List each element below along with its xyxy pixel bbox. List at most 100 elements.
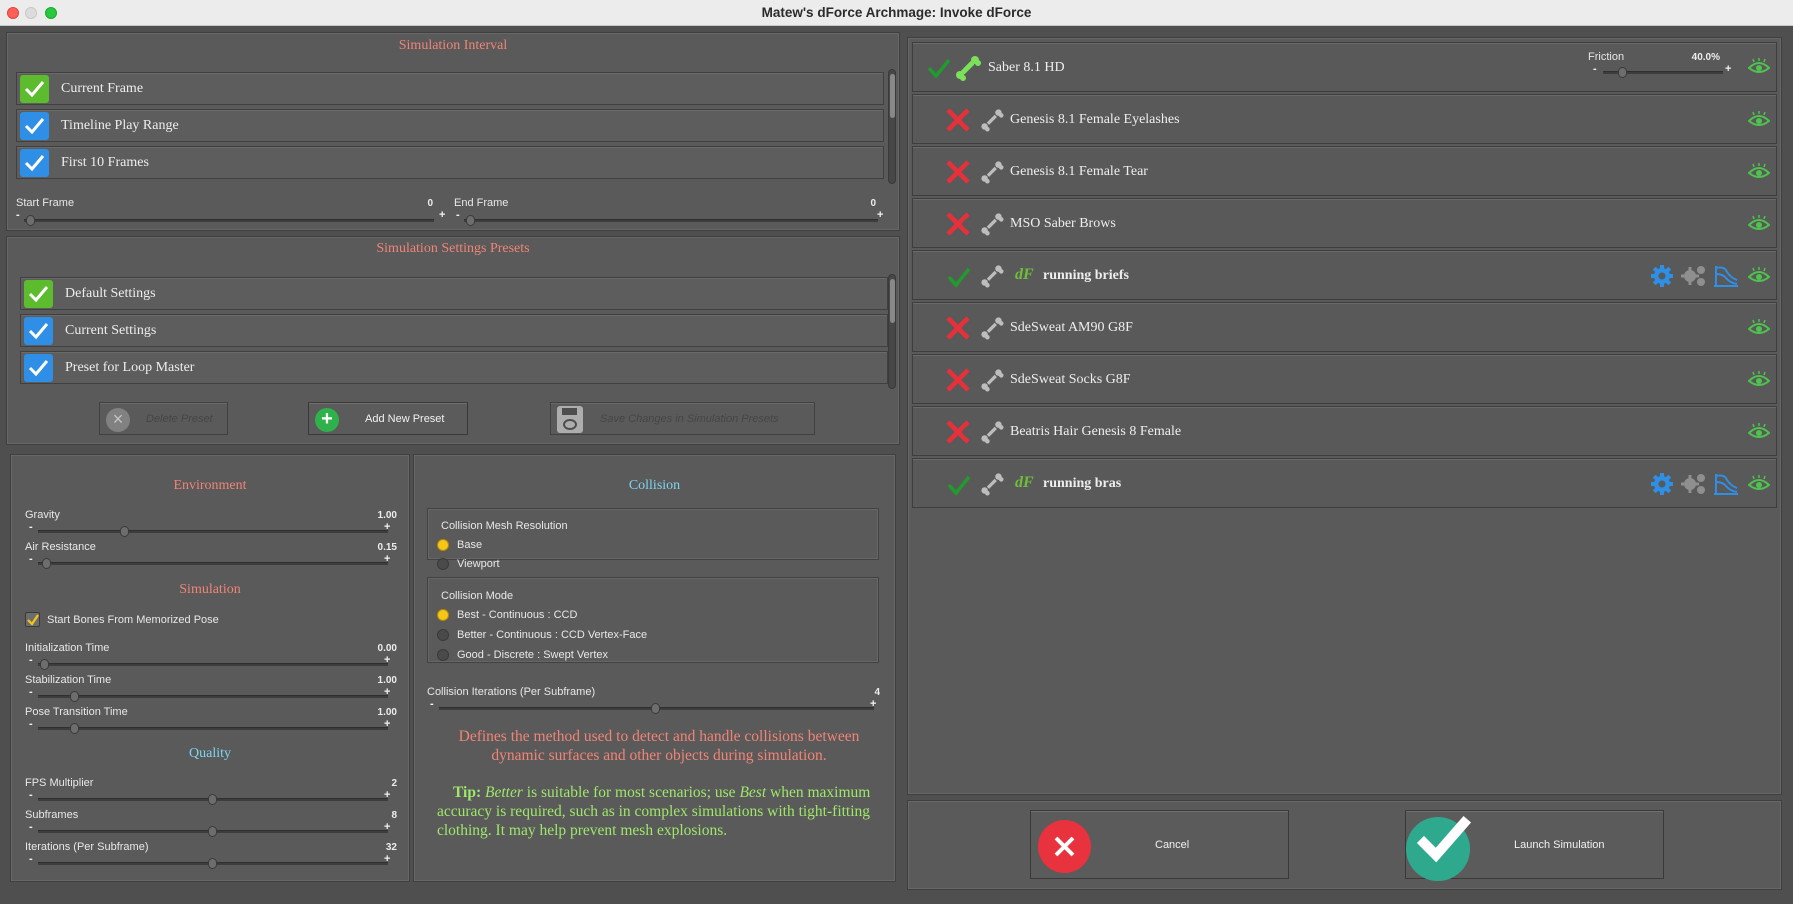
plus-icon[interactable]: + <box>384 553 390 565</box>
red-x-icon[interactable] <box>945 367 971 393</box>
add-new-preset-button[interactable]: + Add New Preset <box>308 402 468 435</box>
delete-preset-button[interactable]: × Delete Preset <box>99 402 228 435</box>
settings-cluster-icon[interactable] <box>1681 472 1707 496</box>
figure-row-eyelashes[interactable]: Genesis 8.1 Female Eyelashes <box>912 94 1777 144</box>
wind-flag-icon[interactable] <box>1713 264 1739 288</box>
gear-icon[interactable] <box>1650 472 1674 496</box>
gear-icon[interactable] <box>1650 264 1674 288</box>
figure-row-brows[interactable]: MSO Saber Brows <box>912 198 1777 248</box>
bone-icon[interactable] <box>980 160 1004 184</box>
red-x-icon[interactable] <box>945 315 971 341</box>
eye-icon[interactable] <box>1748 475 1770 493</box>
preset-item-default-settings[interactable]: Default Settings <box>20 277 888 310</box>
air-resistance-slider[interactable] <box>38 558 388 569</box>
gravity-slider[interactable] <box>38 526 388 537</box>
interval-list-scrollbar[interactable] <box>888 69 896 184</box>
friction-slider[interactable] <box>1603 67 1723 78</box>
red-x-icon[interactable] <box>945 211 971 237</box>
slider-thumb[interactable] <box>70 723 79 734</box>
checked-checkbox[interactable] <box>24 280 53 308</box>
eye-icon[interactable] <box>1748 371 1770 389</box>
radio-best-ccd[interactable] <box>437 609 449 621</box>
minus-icon[interactable]: - <box>29 821 33 833</box>
slider-thumb[interactable] <box>208 826 217 837</box>
bone-icon[interactable] <box>980 316 1004 340</box>
radio-base[interactable] <box>437 539 449 551</box>
figure-row-sdesweat-socks[interactable]: SdeSweat Socks G8F <box>912 354 1777 404</box>
bone-icon[interactable] <box>980 212 1004 236</box>
settings-cluster-icon[interactable] <box>1681 264 1707 288</box>
plus-icon[interactable]: + <box>1725 63 1731 75</box>
checked-checkbox[interactable] <box>24 354 53 382</box>
minus-icon[interactable]: - <box>29 789 33 801</box>
figure-row-running-briefs[interactable]: dF running briefs <box>912 250 1777 300</box>
interval-item-timeline-play-range[interactable]: Timeline Play Range <box>16 109 884 142</box>
iterations-slider[interactable] <box>38 858 388 869</box>
slider-thumb[interactable] <box>120 526 129 537</box>
bone-icon[interactable] <box>980 472 1004 496</box>
figure-row-tear[interactable]: Genesis 8.1 Female Tear <box>912 146 1777 196</box>
minus-icon[interactable]: - <box>29 654 33 666</box>
minus-icon[interactable]: - <box>29 521 33 533</box>
eye-icon[interactable] <box>1748 163 1770 181</box>
minus-icon[interactable]: - <box>1593 63 1597 75</box>
plus-icon[interactable]: + <box>877 209 883 221</box>
end-frame-slider[interactable] <box>464 215 878 226</box>
green-check-icon[interactable] <box>947 474 971 496</box>
plus-icon[interactable]: + <box>384 821 390 833</box>
eye-icon[interactable] <box>1748 215 1770 233</box>
minus-icon[interactable]: - <box>29 718 33 730</box>
checked-checkbox[interactable] <box>20 75 49 103</box>
green-check-icon[interactable] <box>947 266 971 288</box>
preset-item-loop-master[interactable]: Preset for Loop Master <box>20 351 888 384</box>
red-x-icon[interactable] <box>945 419 971 445</box>
bone-icon[interactable] <box>980 264 1004 288</box>
initialization-time-slider[interactable] <box>38 659 388 670</box>
bone-icon[interactable] <box>955 55 981 81</box>
bone-icon[interactable] <box>980 368 1004 392</box>
plus-icon[interactable]: + <box>384 789 390 801</box>
bone-icon[interactable] <box>980 420 1004 444</box>
radio-better-ccd-vertex-face[interactable] <box>437 629 449 641</box>
figure-row-saber[interactable]: Saber 8.1 HD Friction 40.0% - + <box>912 42 1777 92</box>
slider-thumb[interactable] <box>208 794 217 805</box>
slider-thumb[interactable] <box>70 691 79 702</box>
minus-icon[interactable]: - <box>456 209 460 221</box>
radio-good-swept-vertex[interactable] <box>437 649 449 661</box>
minus-icon[interactable]: - <box>430 698 434 710</box>
red-x-icon[interactable] <box>945 107 971 133</box>
minus-icon[interactable]: - <box>29 853 33 865</box>
bone-icon[interactable] <box>980 108 1004 132</box>
interval-item-current-frame[interactable]: Current Frame <box>16 72 884 105</box>
minus-icon[interactable]: - <box>29 553 33 565</box>
plus-icon[interactable]: + <box>384 718 390 730</box>
save-changes-preset-button[interactable]: Save Changes in Simulation Presets <box>550 402 815 435</box>
fps-multiplier-slider[interactable] <box>38 794 388 805</box>
collision-iterations-slider[interactable] <box>439 703 874 714</box>
wind-flag-icon[interactable] <box>1713 472 1739 496</box>
radio-viewport[interactable] <box>437 558 449 570</box>
plus-icon[interactable]: + <box>384 686 390 698</box>
minus-icon[interactable]: - <box>16 209 20 221</box>
figure-row-sdesweat-am90[interactable]: SdeSweat AM90 G8F <box>912 302 1777 352</box>
preset-item-current-settings[interactable]: Current Settings <box>20 314 888 347</box>
green-check-icon[interactable] <box>927 57 951 79</box>
eye-icon[interactable] <box>1748 58 1770 76</box>
checked-checkbox[interactable] <box>20 149 49 177</box>
slider-thumb[interactable] <box>42 558 51 569</box>
slider-thumb[interactable] <box>208 858 217 869</box>
checked-checkbox[interactable] <box>24 317 53 345</box>
interval-item-first-10-frames[interactable]: First 10 Frames <box>16 146 884 179</box>
figure-row-running-bras[interactable]: dF running bras <box>912 458 1777 508</box>
start-bones-checkbox[interactable] <box>25 612 40 627</box>
eye-icon[interactable] <box>1748 111 1770 129</box>
plus-icon[interactable]: + <box>870 698 876 710</box>
plus-icon[interactable]: + <box>384 521 390 533</box>
figure-row-beatris-hair[interactable]: Beatris Hair Genesis 8 Female <box>912 406 1777 456</box>
presets-list-scrollbar[interactable] <box>888 274 896 389</box>
plus-icon[interactable]: + <box>384 853 390 865</box>
slider-thumb[interactable] <box>26 215 35 226</box>
launch-simulation-button[interactable]: Launch Simulation <box>1405 810 1664 881</box>
slider-thumb[interactable] <box>466 215 475 226</box>
plus-icon[interactable]: + <box>384 654 390 666</box>
